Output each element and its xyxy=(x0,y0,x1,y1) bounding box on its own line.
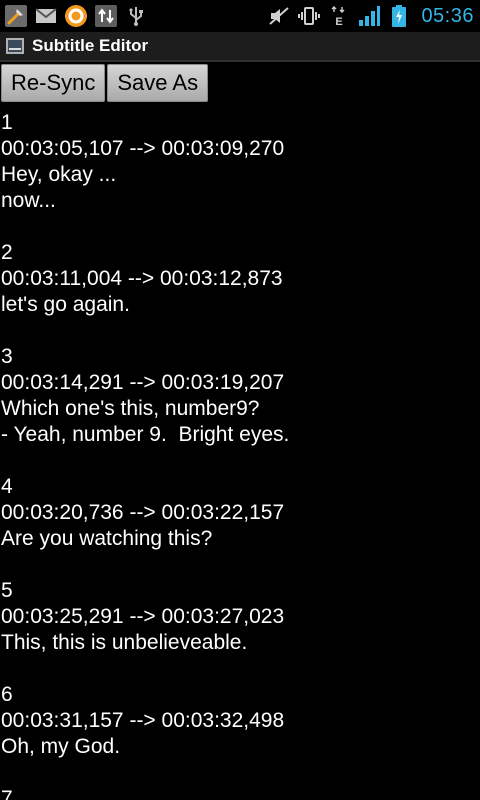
vibrate-icon xyxy=(297,4,321,28)
subtitle-index: 2 xyxy=(1,241,13,264)
subtitle-timing: 00:03:25,291 --> 00:03:27,023 xyxy=(1,605,285,628)
subtitle-index: 1 xyxy=(1,111,13,134)
subtitle-timing: 00:03:05,107 --> 00:03:09,270 xyxy=(1,137,285,160)
tool-icon xyxy=(4,4,28,28)
app-title: Subtitle Editor xyxy=(32,36,149,55)
sync-updown-icon xyxy=(94,4,118,28)
toolbar: Re-Sync Save As xyxy=(0,64,480,104)
title-bar: Subtitle Editor xyxy=(0,32,480,62)
subtitle-entry: 7 xyxy=(0,786,480,800)
notification-icons xyxy=(4,2,148,30)
subtitle-entry: 1 00:03:05,107 --> 00:03:09,270 Hey, okay … xyxy=(0,110,480,214)
status-clock: 05:36 xyxy=(421,4,474,27)
usb-icon xyxy=(124,4,148,28)
mute-icon xyxy=(267,4,291,28)
system-status-icons: E 05:36 xyxy=(267,2,474,30)
data-type-label: E xyxy=(336,16,343,28)
subtitle-index: 7 xyxy=(1,787,13,800)
subtitle-entry: 6 00:03:31,157 --> 00:03:32,498 Oh, my God… xyxy=(0,682,480,760)
resync-button[interactable]: Re-Sync xyxy=(1,64,106,102)
subtitle-text-line: Are you watching this? xyxy=(1,527,213,550)
subtitle-index: 5 xyxy=(1,579,13,602)
subtitle-entry: 5 00:03:25,291 --> 00:03:27,023 This, this… xyxy=(0,578,480,656)
subtitle-text-line: - Yeah, number 9. Bright eyes. xyxy=(1,423,290,446)
battery-charging-icon xyxy=(387,4,411,28)
subtitle-text-line: Hey, okay ... xyxy=(1,163,117,186)
subtitle-index: 3 xyxy=(1,345,13,368)
subtitle-text-line: now... xyxy=(1,189,56,212)
app-icon xyxy=(6,38,24,54)
email-icon xyxy=(34,4,58,28)
subtitle-entry: 4 00:03:20,736 --> 00:03:22,157 Are you wa… xyxy=(0,474,480,552)
orange-circle-app-icon xyxy=(64,4,88,28)
subtitle-text-line: let's go again. xyxy=(1,293,130,316)
subtitle-text-line: This, this is unbelieveable. xyxy=(1,631,248,654)
subtitle-text-line: Which one's this, number9? xyxy=(1,397,260,420)
signal-icon xyxy=(357,4,381,28)
subtitle-index: 4 xyxy=(1,475,13,498)
subtitle-entry: 3 00:03:14,291 --> 00:03:19,207 Which one'… xyxy=(0,344,480,448)
subtitle-timing: 00:03:14,291 --> 00:03:19,207 xyxy=(1,371,285,394)
subtitle-timing: 00:03:31,157 --> 00:03:32,498 xyxy=(1,709,285,732)
data-e-icon: E xyxy=(327,4,351,28)
subtitle-text-area[interactable]: 1 00:03:05,107 --> 00:03:09,270 Hey, okay … xyxy=(0,110,480,800)
subtitle-timing: 00:03:20,736 --> 00:03:22,157 xyxy=(1,501,285,524)
subtitle-index: 6 xyxy=(1,683,13,706)
subtitle-entry: 2 00:03:11,004 --> 00:03:12,873 let's go a… xyxy=(0,240,480,318)
subtitle-timing: 00:03:11,004 --> 00:03:12,873 xyxy=(1,267,283,290)
subtitle-text-line: Oh, my God. xyxy=(1,735,121,758)
status-bar: E 05:36 xyxy=(0,0,480,32)
save-as-button[interactable]: Save As xyxy=(107,64,209,102)
